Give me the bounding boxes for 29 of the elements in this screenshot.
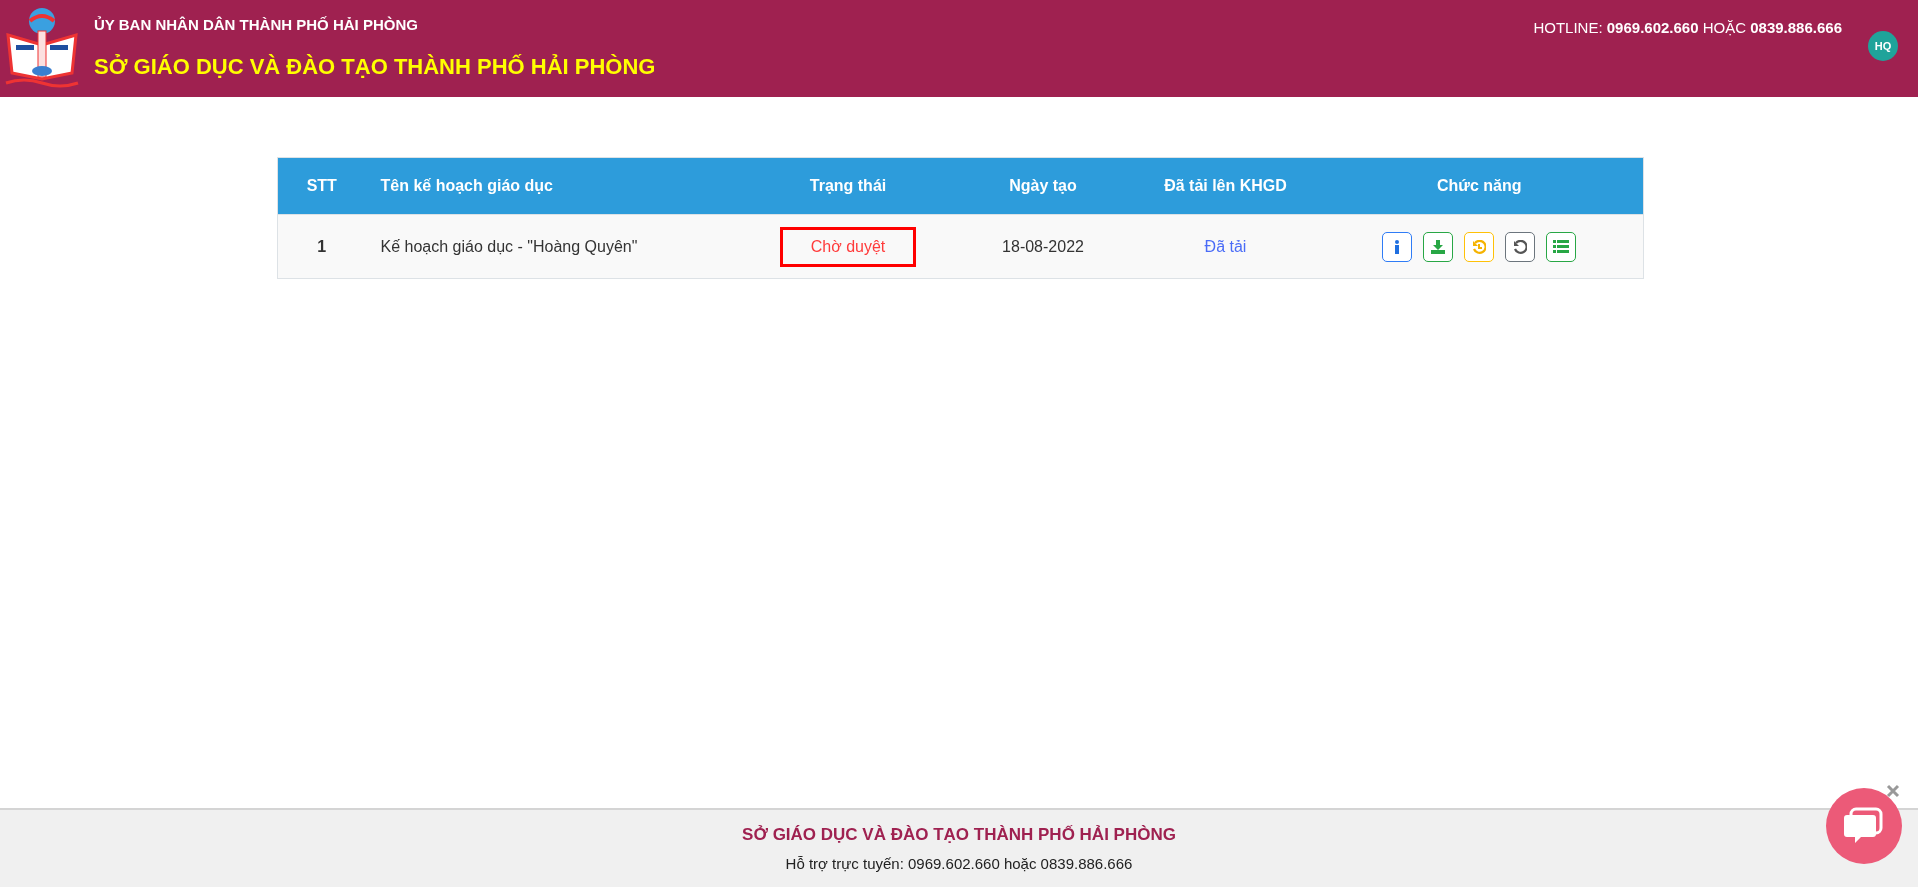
list-icon [1553,240,1570,253]
status-label: Chờ duyệt [779,226,917,267]
download-button[interactable] [1423,231,1454,262]
column-header: Ngày tạo [950,157,1136,215]
column-header: Tên kế hoạch giáo dục [365,157,746,215]
column-header: Đã tải lên KHGD [1135,157,1316,215]
history-icon [1472,239,1487,254]
undo-icon [1513,239,1528,254]
info-button[interactable] [1382,231,1413,262]
chat-bubble-icon [1844,807,1884,845]
close-icon[interactable] [1886,784,1900,798]
column-header: Trạng thái [745,157,951,215]
created-date: 18-08-2022 [1002,237,1084,255]
history-button[interactable] [1464,231,1495,262]
footer-title: SỞ GIÁO DỤC VÀ ĐÀO TẠO THÀNH PHỐ HẢI PHÒNG [742,823,1176,846]
organization-name: ỦY BAN NHÂN DÂN THÀNH PHỐ HẢI PHÒNG [94,14,419,35]
hotline-text: HOTLINE: 0969.602.660 HOẶC 0839.886.666 [1533,18,1842,38]
plan-name: Kế hoạch giáo dục - "Hoàng Quyên" [380,237,638,255]
row-number: 1 [317,237,327,255]
undo-button[interactable] [1505,231,1536,262]
list-button[interactable] [1546,231,1577,262]
user-avatar[interactable]: HQ [1868,31,1898,61]
uploaded-link[interactable]: Đã tải [1204,237,1247,255]
download-icon [1431,239,1446,254]
info-icon [1394,239,1401,254]
column-header: Chức năng [1315,157,1644,215]
support-text: Hỗ trợ trực tuyến: 0969.602.660 hoặc 0839.886.666 [785,854,1133,874]
column-header: STT [277,157,366,215]
site-title: SỞ GIÁO DỤC VÀ ĐÀO TẠO THÀNH PHỐ HẢI PHÒNG [94,53,656,82]
